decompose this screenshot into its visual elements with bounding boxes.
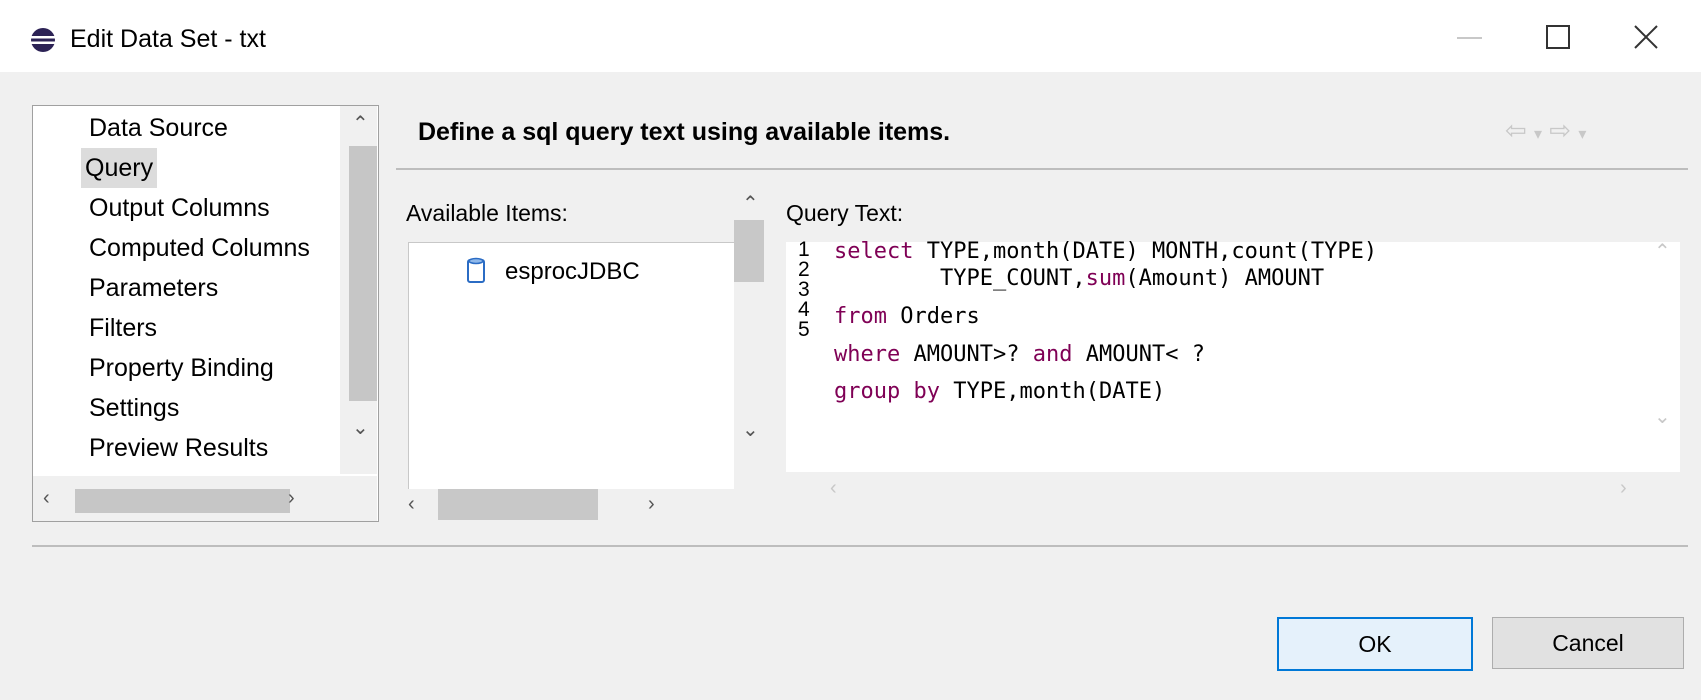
forward-arrow-icon[interactable]: ⇨ xyxy=(1549,115,1571,145)
code-line: group by TYPE,month(DATE) xyxy=(834,379,1166,404)
scroll-right-icon[interactable]: › xyxy=(1620,478,1627,498)
history-navigation: ⇦ ▾ ⇨ ▾ xyxy=(1505,115,1675,145)
nav-item-property-binding[interactable]: Property Binding xyxy=(89,348,274,388)
nav-item-filters[interactable]: Filters xyxy=(89,308,157,348)
scroll-up-icon[interactable]: ⌃ xyxy=(742,194,759,214)
scroll-up-icon[interactable]: ⌃ xyxy=(1654,242,1671,262)
scroll-down-icon[interactable]: ⌄ xyxy=(1654,407,1671,427)
ok-button[interactable]: OK xyxy=(1277,617,1473,671)
divider xyxy=(396,168,1688,170)
scrollbar-thumb[interactable] xyxy=(349,146,377,401)
scrollbar-thumb[interactable] xyxy=(438,489,598,520)
divider xyxy=(32,545,1688,547)
available-items-vertical-scrollbar[interactable]: ⌃ ⌄ xyxy=(734,190,764,490)
query-text-label: Query Text: xyxy=(786,200,904,226)
nav-item-settings[interactable]: Settings xyxy=(89,388,179,428)
sql-keyword: from xyxy=(834,304,887,329)
minimize-button[interactable] xyxy=(1440,12,1500,62)
nav-item-output-columns[interactable]: Output Columns xyxy=(89,188,270,228)
page-title: Define a sql query text using available … xyxy=(418,118,951,146)
minimize-icon xyxy=(1457,37,1482,39)
line-number-gutter: 1 2 3 4 5 xyxy=(786,238,816,472)
nav-panel: Data Source Query Output Columns Compute… xyxy=(32,105,379,522)
query-text-editor[interactable]: 1 2 3 4 5 select TYPE,month(DATE) MONTH,… xyxy=(786,238,1646,472)
editor-horizontal-scrollbar[interactable]: ‹ › xyxy=(786,472,1681,510)
close-button[interactable] xyxy=(1616,12,1676,62)
code-line: select TYPE,month(DATE) MONTH,count(TYPE… xyxy=(834,239,1378,264)
line-number: 5 xyxy=(798,318,810,341)
back-arrow-icon[interactable]: ⇦ xyxy=(1505,115,1527,145)
code-line: TYPE_COUNT,sum(Amount) AMOUNT xyxy=(939,266,1325,291)
scroll-left-icon[interactable]: ‹ xyxy=(408,494,415,514)
scroll-right-icon[interactable]: › xyxy=(288,488,295,508)
available-items-tree: esprocJDBC xyxy=(408,242,735,490)
scroll-up-icon[interactable]: ⌃ xyxy=(352,114,369,134)
editor-vertical-scrollbar[interactable]: ⌃ ⌄ xyxy=(1646,242,1680,472)
sql-keyword: group xyxy=(834,379,901,404)
window-title: Edit Data Set - txt xyxy=(70,25,266,53)
nav-item-query[interactable]: Query xyxy=(81,148,158,188)
nav-horizontal-scrollbar[interactable]: ‹ › xyxy=(33,476,377,521)
back-dropdown-icon[interactable]: ▾ xyxy=(1534,126,1542,143)
sql-keyword: by xyxy=(913,379,940,404)
tree-item-esprocjdbc[interactable]: esprocJDBC xyxy=(505,255,640,289)
scrollbar-thumb[interactable] xyxy=(734,220,764,282)
nav-vertical-scrollbar[interactable]: ⌃ ⌄ xyxy=(340,106,377,474)
code-line: where AMOUNT>? and AMOUNT< ? xyxy=(834,342,1205,367)
nav-item-computed-columns[interactable]: Computed Columns xyxy=(89,228,310,268)
available-items-label: Available Items: xyxy=(406,200,568,226)
sql-keyword: and xyxy=(1032,342,1073,367)
nav-item-preview-results[interactable]: Preview Results xyxy=(89,428,268,468)
sql-keyword: select xyxy=(834,239,914,264)
nav-item-data-source[interactable]: Data Source xyxy=(89,108,228,148)
eclipse-icon xyxy=(31,28,55,52)
cancel-button[interactable]: Cancel xyxy=(1492,617,1684,669)
forward-dropdown-icon[interactable]: ▾ xyxy=(1578,126,1586,143)
scroll-right-icon[interactable]: › xyxy=(648,494,655,514)
nav-item-parameters[interactable]: Parameters xyxy=(89,268,218,308)
code-line: from Orders xyxy=(834,304,980,329)
scroll-left-icon[interactable]: ‹ xyxy=(43,488,50,508)
available-items-horizontal-scrollbar[interactable]: ‹ › xyxy=(408,489,734,529)
query-code[interactable]: select TYPE,month(DATE) MONTH,count(TYPE… xyxy=(834,239,1634,472)
sql-keyword: sum xyxy=(1085,266,1126,291)
nav-list: Data Source Query Output Columns Compute… xyxy=(33,106,338,474)
sql-keyword: where xyxy=(834,342,901,367)
close-icon xyxy=(1634,25,1658,49)
maximize-icon xyxy=(1546,25,1570,49)
scroll-down-icon[interactable]: ⌄ xyxy=(742,420,759,440)
database-icon xyxy=(467,257,485,283)
scrollbar-thumb[interactable] xyxy=(75,489,290,513)
maximize-button[interactable] xyxy=(1528,12,1588,62)
scroll-left-icon[interactable]: ‹ xyxy=(830,478,837,498)
scroll-down-icon[interactable]: ⌄ xyxy=(352,418,369,438)
